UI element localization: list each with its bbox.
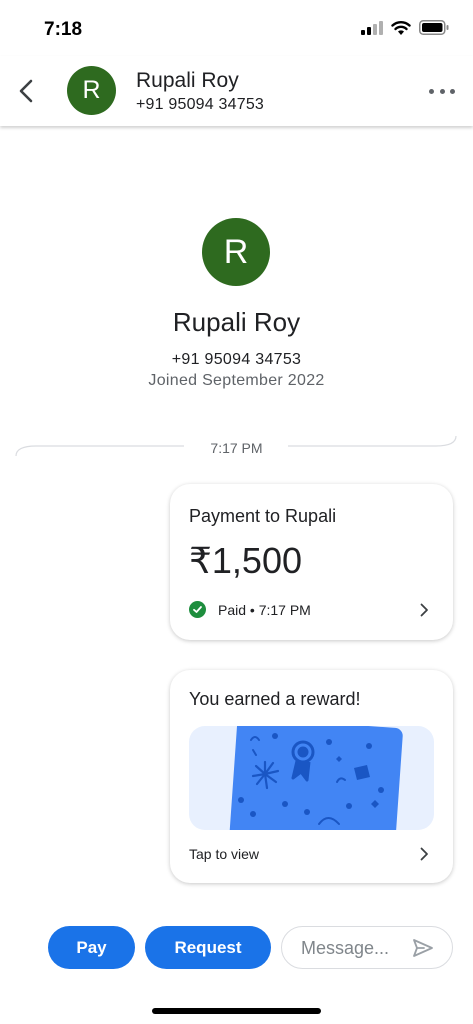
- profile-name: Rupali Roy: [172, 307, 301, 337]
- reward-scratch-card-image[interactable]: [189, 726, 434, 830]
- profile-avatar-letter: R: [223, 232, 249, 271]
- more-dot: [429, 88, 434, 94]
- payment-amount: ₹1,500: [189, 540, 302, 581]
- message-placeholder: Message...: [301, 938, 390, 958]
- back-arrow-icon[interactable]: [12, 76, 42, 106]
- conversation-header: R Rupali Roy +91 95094 34753: [0, 56, 473, 126]
- status-icons: [361, 20, 449, 35]
- payment-status-row: Paid • 7:17 PM: [189, 601, 311, 618]
- status-bar: 7:18: [0, 0, 473, 56]
- reward-tap-to-view[interactable]: Tap to view: [189, 846, 259, 862]
- more-dot: [439, 88, 445, 94]
- message-timestamp: 7:17 PM: [210, 440, 263, 456]
- cellular-signal-icon: [361, 20, 383, 35]
- payment-card[interactable]: Payment to Rupali ₹1,500 Paid • 7:17 PM: [170, 484, 453, 640]
- chevron-right-icon[interactable]: [417, 603, 431, 617]
- wifi-icon: [391, 21, 411, 35]
- more-dot: [450, 88, 455, 94]
- payment-status: Paid • 7:17 PM: [218, 601, 311, 618]
- send-icon[interactable]: [412, 938, 434, 958]
- reward-illustration: [229, 726, 403, 830]
- check-circle-icon: [189, 601, 206, 618]
- reward-title: You earned a reward!: [189, 689, 361, 709]
- profile-avatar: R: [202, 218, 270, 286]
- chevron-right-icon[interactable]: [417, 847, 431, 861]
- more-options-icon[interactable]: [429, 80, 455, 102]
- battery-icon: [419, 20, 449, 35]
- profile-phone: +91 95094 34753: [171, 351, 302, 368]
- header-avatar[interactable]: R: [67, 66, 116, 115]
- home-indicator: [152, 1008, 321, 1014]
- pay-button[interactable]: Pay: [48, 926, 135, 969]
- contact-phone: +91 95094 34753: [136, 96, 265, 113]
- header-avatar-letter: R: [82, 76, 101, 104]
- status-time: 7:18: [44, 19, 83, 40]
- reward-card[interactable]: You earned a reward! Tap to view: [170, 670, 453, 883]
- contact-name[interactable]: Rupali Roy: [136, 69, 239, 93]
- payment-title: Payment to Rupali: [189, 506, 337, 526]
- message-input[interactable]: Message...: [281, 926, 453, 969]
- request-button[interactable]: Request: [145, 926, 271, 969]
- profile-joined-date: Joined September 2022: [148, 372, 325, 389]
